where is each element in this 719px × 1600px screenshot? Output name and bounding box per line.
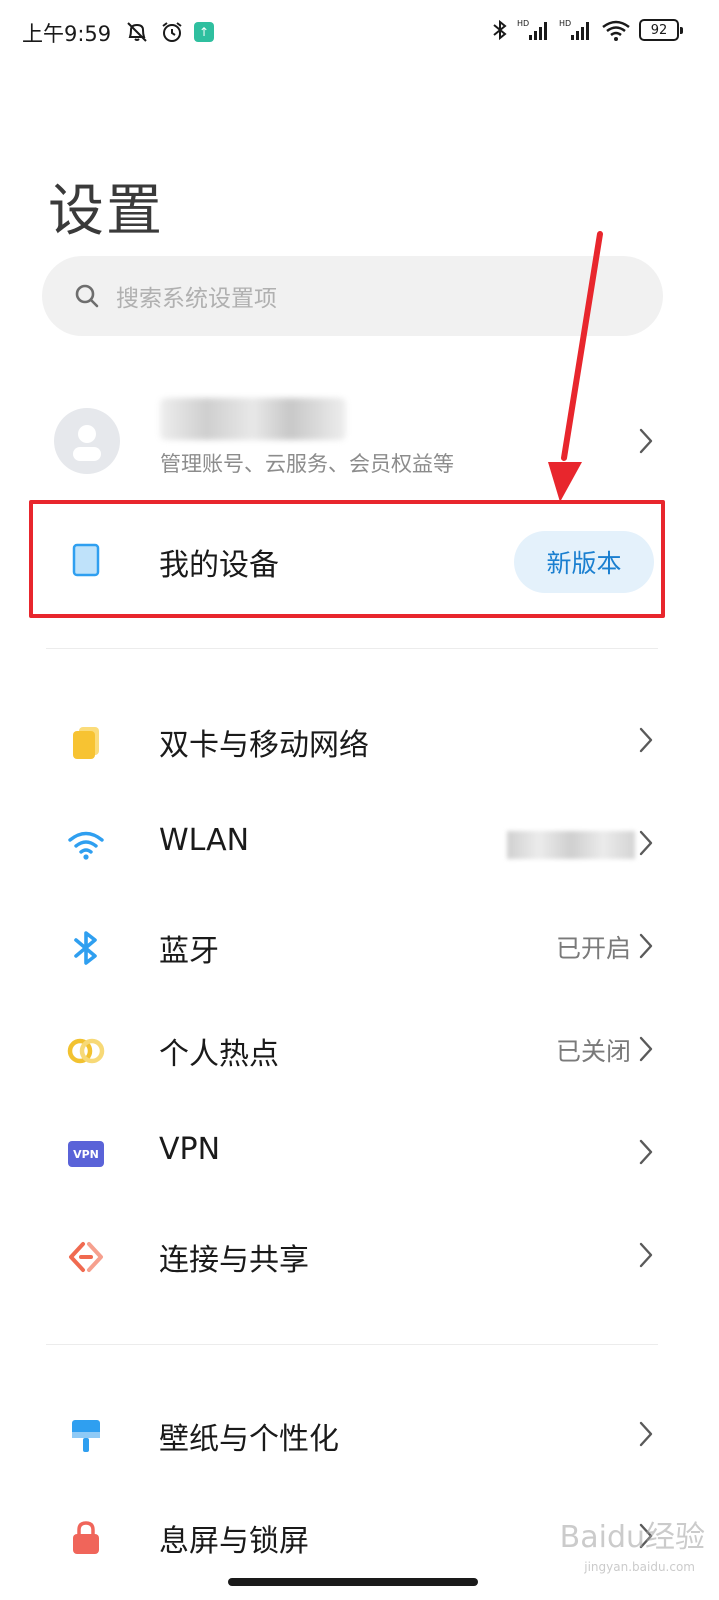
search-placeholder: 搜索系统设置项 — [116, 286, 277, 312]
row-label: 连接与共享 — [159, 1243, 309, 1278]
new-version-badge: 新版本 — [514, 531, 654, 593]
row-value: 已开启 — [555, 934, 631, 963]
user-icon — [73, 425, 101, 461]
wlan-name-redacted — [507, 831, 635, 859]
watermark-url: jingyan.baidu.com — [584, 1560, 695, 1574]
tablet-icon — [66, 540, 106, 580]
row-connection-share[interactable]: 连接与共享 — [0, 1205, 719, 1305]
row-vpn[interactable]: VPN VPN — [0, 1102, 719, 1202]
battery-icon: 92 — [639, 19, 683, 41]
svg-text:HD: HD — [517, 19, 529, 28]
vpn-icon: VPN — [66, 1134, 106, 1174]
wifi-icon — [602, 20, 630, 41]
my-device-label: 我的设备 — [159, 548, 279, 583]
my-device-row[interactable]: 我的设备 新版本 — [0, 500, 719, 618]
wallpaper-icon — [66, 1416, 106, 1456]
divider — [46, 1344, 658, 1345]
app-notification-icon: ↑ — [194, 22, 214, 42]
row-label: WLAN — [159, 823, 250, 858]
account-row[interactable]: 管理账号、云服务、会员权益等 — [0, 386, 719, 496]
row-wallpaper[interactable]: 壁纸与个性化 — [0, 1384, 719, 1484]
row-bluetooth[interactable]: 蓝牙 已开启 — [0, 896, 719, 996]
chevron-right-icon — [639, 727, 653, 753]
lock-icon — [66, 1518, 106, 1558]
bluetooth-icon — [493, 19, 507, 41]
alarm-icon — [162, 22, 182, 42]
svg-text:HD: HD — [559, 19, 571, 28]
chevron-right-icon — [639, 1242, 653, 1268]
chevron-right-icon — [639, 933, 653, 959]
home-indicator[interactable] — [228, 1578, 478, 1586]
account-name-redacted — [160, 398, 346, 440]
status-bar: 上午9:59 ↑ HD HD 92 — [0, 0, 719, 64]
chevron-right-icon — [639, 1421, 653, 1447]
hd-signal-icon: HD — [559, 19, 589, 40]
wifi-icon — [66, 825, 106, 865]
row-dual-sim[interactable]: 双卡与移动网络 — [0, 690, 719, 790]
status-time: 上午9:59 — [22, 22, 112, 46]
row-label: 双卡与移动网络 — [159, 728, 369, 763]
bluetooth-icon — [66, 928, 106, 968]
row-wlan[interactable]: WLAN — [0, 793, 719, 893]
row-label: VPN — [159, 1132, 221, 1167]
row-label: 壁纸与个性化 — [159, 1422, 339, 1457]
search-icon — [75, 284, 99, 308]
row-hotspot[interactable]: 个人热点 已关闭 — [0, 999, 719, 1099]
hotspot-icon — [66, 1031, 106, 1071]
account-subtitle: 管理账号、云服务、会员权益等 — [160, 452, 454, 476]
row-label: 个人热点 — [159, 1037, 279, 1072]
divider — [46, 648, 658, 649]
row-value: 已关闭 — [555, 1037, 631, 1066]
connection-share-icon — [66, 1237, 106, 1277]
chevron-right-icon — [639, 428, 653, 454]
avatar — [54, 408, 120, 474]
watermark-logo: Baidu经验 — [559, 1520, 705, 1555]
chevron-right-icon — [639, 1139, 653, 1165]
chevron-right-icon — [639, 830, 653, 856]
row-label: 蓝牙 — [159, 934, 219, 969]
row-label: 息屏与锁屏 — [159, 1524, 309, 1559]
hd-signal-icon: HD — [517, 19, 547, 40]
bell-muted-icon — [127, 22, 147, 42]
page-title: 设置 — [48, 179, 164, 244]
search-input[interactable]: 搜索系统设置项 — [42, 256, 663, 336]
sim-card-icon — [66, 722, 106, 762]
chevron-right-icon — [639, 1036, 653, 1062]
